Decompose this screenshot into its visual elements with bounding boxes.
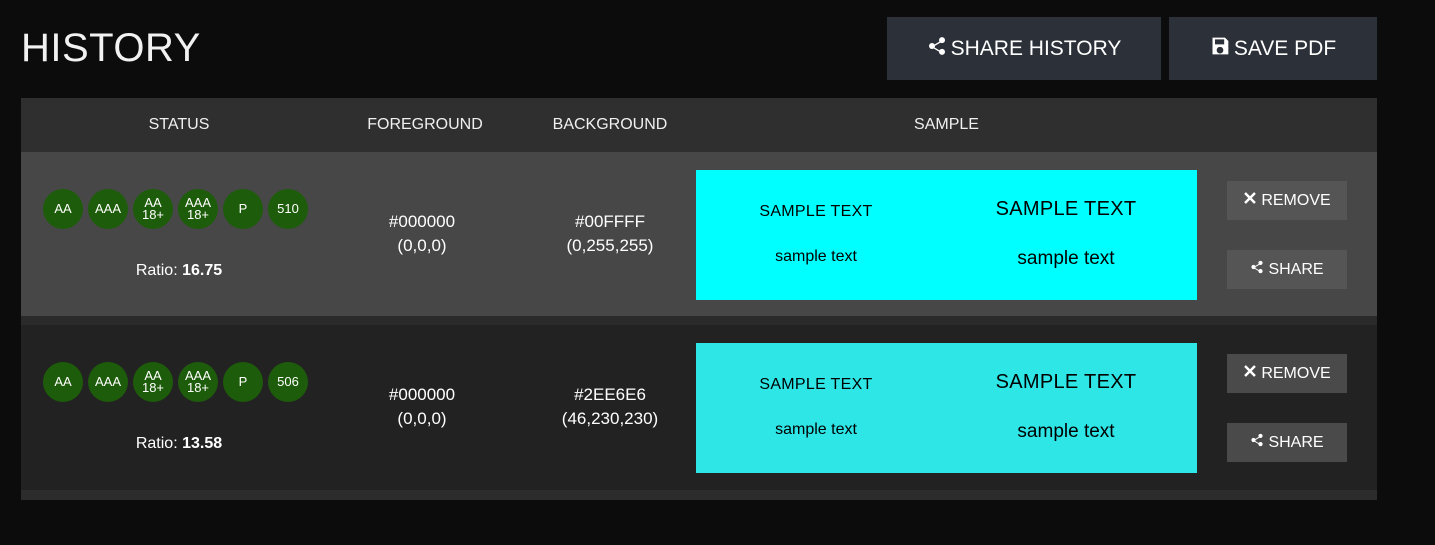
- background-cell: #2EE6E6 (46,230,230): [530, 383, 690, 431]
- background-rgb: (46,230,230): [561, 409, 659, 428]
- foreground-cell: #000000 (0,0,0): [352, 210, 492, 258]
- ratio-value: 13.58: [182, 435, 223, 452]
- status-badge: 510: [268, 189, 308, 229]
- sample-text-small-upper: SAMPLE TEXT: [759, 203, 873, 220]
- sample-text-small-upper: SAMPLE TEXT: [759, 376, 873, 393]
- sample-text-small-lower: sample text: [775, 248, 857, 265]
- foreground-hex: #000000: [388, 212, 456, 231]
- remove-button[interactable]: REMOVE: [1227, 181, 1347, 220]
- sample-text-large-lower: sample text: [1017, 421, 1115, 442]
- background-hex: #00FFFF: [575, 212, 645, 231]
- share-button[interactable]: SHARE: [1227, 250, 1347, 289]
- ratio-label: Ratio:: [135, 435, 178, 452]
- row-divider: [21, 316, 1377, 325]
- share-label: SHARE: [1268, 433, 1324, 451]
- remove-button[interactable]: REMOVE: [1227, 354, 1347, 393]
- sample-preview: SAMPLE TEXT sample text SAMPLE TEXT samp…: [696, 343, 1197, 473]
- header-background: BACKGROUND: [552, 116, 668, 133]
- foreground-cell: #000000 (0,0,0): [352, 383, 492, 431]
- table-row: AA AAA AA 18+ AAA 18+ P 510 Ratio: 16.75…: [21, 152, 1377, 316]
- table-row: AA AAA AA 18+ AAA 18+ P 506 Ratio: 13.58…: [21, 325, 1377, 490]
- background-cell: #00FFFF (0,255,255): [530, 210, 690, 258]
- share-icon: [927, 36, 947, 62]
- status-badge: AA 18+: [133, 362, 173, 402]
- save-pdf-label: SAVE PDF: [1233, 36, 1337, 60]
- status-badge: AA 18+: [133, 189, 173, 229]
- status-badge: P: [223, 189, 263, 229]
- status-badge: AAA: [88, 362, 128, 402]
- sample-text-large-upper: SAMPLE TEXT: [995, 371, 1137, 393]
- foreground-rgb: (0,0,0): [397, 409, 447, 428]
- floppy-disk-icon: [1210, 36, 1230, 62]
- status-badge: 506: [268, 362, 308, 402]
- sample-text-small-lower: sample text: [775, 421, 857, 438]
- foreground-rgb: (0,0,0): [397, 236, 447, 255]
- status-badge: AA: [43, 189, 83, 229]
- status-badge: AAA: [88, 189, 128, 229]
- share-history-button[interactable]: SHARE HISTORY: [887, 17, 1161, 80]
- background-rgb: (0,255,255): [566, 236, 654, 255]
- share-history-label: SHARE HISTORY: [950, 36, 1122, 60]
- status-badges: AA AAA AA 18+ AAA 18+ P 506: [43, 362, 308, 402]
- status-badges: AA AAA AA 18+ AAA 18+ P 510: [43, 189, 308, 229]
- header-foreground: FOREGROUND: [367, 116, 483, 133]
- sample-text-large-upper: SAMPLE TEXT: [995, 198, 1137, 220]
- close-icon: [1243, 191, 1257, 210]
- ratio-label: Ratio:: [135, 262, 178, 279]
- table-footer-bar: [21, 490, 1377, 500]
- status-badge: AAA 18+: [178, 189, 218, 229]
- status-badge: P: [223, 362, 263, 402]
- contrast-ratio: Ratio: 13.58: [21, 435, 337, 453]
- sample-text-large-lower: sample text: [1017, 248, 1115, 269]
- save-pdf-button[interactable]: SAVE PDF: [1169, 17, 1377, 80]
- share-icon: [1250, 260, 1264, 279]
- foreground-hex: #000000: [388, 385, 456, 404]
- status-badge: AAA 18+: [178, 362, 218, 402]
- sample-preview: SAMPLE TEXT sample text SAMPLE TEXT samp…: [696, 170, 1197, 300]
- share-label: SHARE: [1268, 260, 1324, 278]
- header-sample: SAMPLE: [914, 116, 979, 133]
- share-button[interactable]: SHARE: [1227, 423, 1347, 462]
- ratio-value: 16.75: [182, 262, 223, 279]
- background-hex: #2EE6E6: [574, 385, 646, 404]
- share-icon: [1250, 433, 1264, 452]
- remove-label: REMOVE: [1261, 364, 1331, 382]
- history-table: STATUS FOREGROUND BACKGROUND SAMPLE AA A…: [21, 98, 1377, 500]
- page-title: HISTORY: [21, 26, 201, 70]
- contrast-ratio: Ratio: 16.75: [21, 262, 337, 280]
- status-badge: AA: [43, 362, 83, 402]
- close-icon: [1243, 364, 1257, 383]
- table-header: STATUS FOREGROUND BACKGROUND SAMPLE: [21, 98, 1377, 152]
- header-status: STATUS: [148, 116, 210, 133]
- remove-label: REMOVE: [1261, 191, 1331, 209]
